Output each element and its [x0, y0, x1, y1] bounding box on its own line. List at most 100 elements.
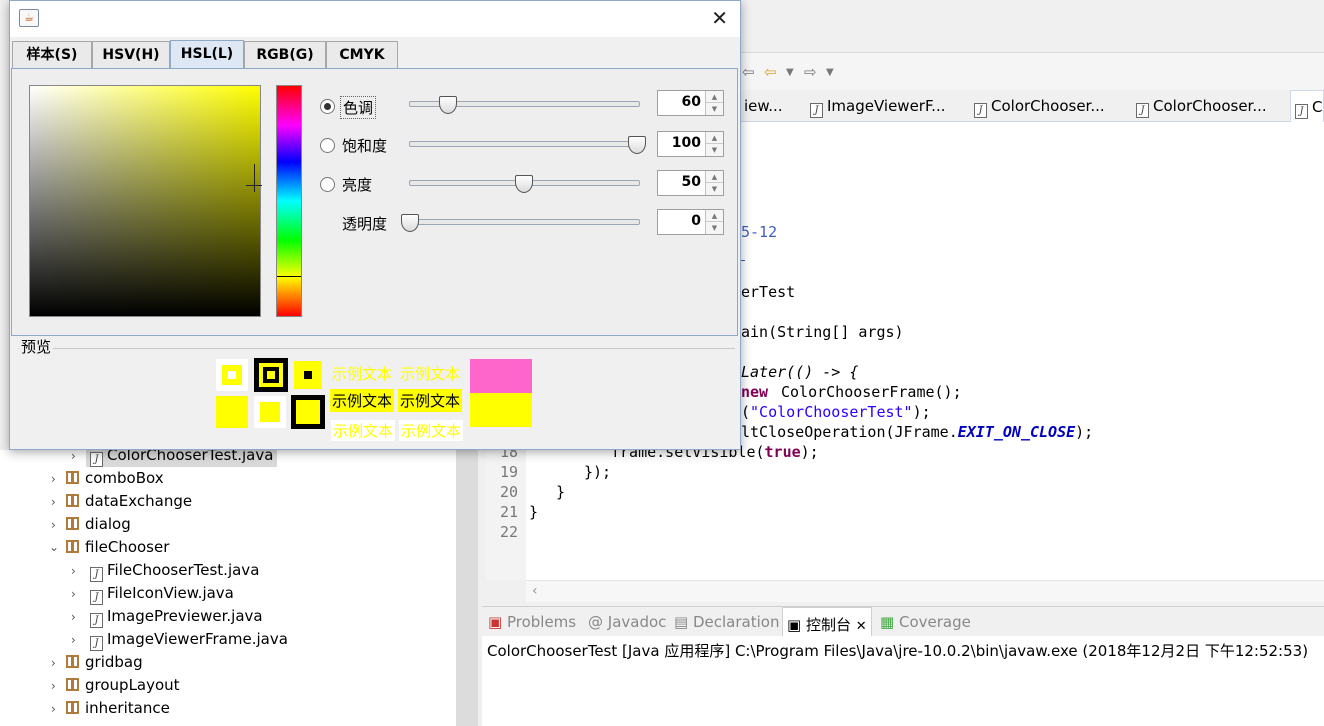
chevron-down-icon[interactable]: ⌄ — [49, 540, 59, 554]
tab-label: Declaration — [692, 613, 780, 631]
chevron-down-icon[interactable]: ▼ — [786, 67, 794, 78]
preview-swatch — [291, 395, 325, 429]
java-file-icon: J — [90, 452, 103, 467]
lightness-slider-thumb[interactable] — [514, 175, 533, 193]
saturation-slider-track[interactable] — [409, 141, 640, 147]
tab-problems[interactable]: ▣ Problems — [488, 613, 576, 631]
preview-color-selected — [470, 393, 532, 427]
spin-up-icon[interactable]: ▲ — [706, 171, 723, 183]
java-file-icon: J — [810, 103, 823, 118]
saturation-slider-thumb[interactable] — [628, 136, 646, 154]
tree-item-filechoosertest[interactable]: J FileChooserTest.java — [90, 561, 259, 582]
chevron-right-icon[interactable]: › — [51, 656, 56, 670]
previous-edit-icon[interactable]: ⇦ — [764, 63, 777, 81]
tree-item-dataexchange[interactable]: dataExchange — [66, 492, 192, 510]
package-icon — [66, 517, 79, 530]
preview-swatch — [216, 396, 248, 428]
code-comment-date: 5-12 — [741, 223, 778, 241]
tab-console[interactable]: ▣ 控制台 ✕ — [782, 607, 872, 637]
chevron-right-icon[interactable]: › — [51, 702, 56, 716]
package-icon — [66, 655, 79, 668]
editor-tab-label: ColorChooser... — [1153, 97, 1267, 115]
chevron-right-icon[interactable]: › — [51, 679, 56, 693]
tree-item-imagepreviewer[interactable]: J ImagePreviewer.java — [90, 607, 263, 628]
tab-label: RGB(G) — [256, 47, 314, 63]
view-divider[interactable] — [456, 450, 478, 726]
editor-tab-active[interactable]: JC — [1290, 90, 1324, 122]
package-icon — [66, 471, 79, 484]
lightness-spinner[interactable]: 50 ▲ ▼ — [657, 170, 724, 196]
alpha-slider-thumb[interactable] — [401, 214, 419, 232]
tab-rgb[interactable]: RGB(G) — [244, 41, 326, 69]
spin-down-icon[interactable]: ▼ — [706, 222, 723, 234]
alpha-slider-track[interactable] — [409, 219, 640, 225]
tree-item-gridbag[interactable]: gridbag — [66, 653, 143, 671]
radio-hue[interactable] — [320, 99, 335, 114]
chevron-right-icon[interactable]: › — [71, 564, 76, 578]
spin-up-icon[interactable]: ▲ — [706, 91, 723, 103]
chevron-right-icon[interactable]: › — [71, 633, 76, 647]
alpha-value: 0 — [691, 213, 701, 229]
code-new-keyword: new — [741, 383, 769, 401]
code-close-op-text: ltCloseOperation(JFrame. — [741, 423, 958, 441]
chevron-right-icon[interactable]: › — [71, 587, 76, 601]
editor-tab[interactable]: J ColorChooser... — [970, 90, 1118, 122]
tab-label: CMYK — [339, 47, 385, 63]
code-invoke-later: Later(() -> { — [741, 363, 859, 381]
hue-spinner[interactable]: 60 ▲ ▼ — [657, 90, 724, 116]
tree-item-label: dataExchange — [85, 492, 193, 510]
dialog-title-bar[interactable]: ☕ ✕ — [10, 1, 740, 37]
code-close-end: ); — [1075, 423, 1094, 441]
java-file-icon: J — [90, 567, 103, 582]
hue-strip[interactable] — [276, 85, 302, 317]
close-icon[interactable]: ✕ — [711, 6, 728, 30]
editor-tab[interactable]: J ImageViewerF... — [806, 90, 954, 122]
radio-saturation[interactable] — [320, 138, 335, 153]
tab-label: Javadoc — [607, 613, 667, 631]
tree-item-dialog[interactable]: dialog — [66, 515, 131, 533]
java-file-icon: J — [90, 590, 103, 605]
chevron-right-icon[interactable]: › — [71, 449, 76, 463]
spin-down-icon[interactable]: ▼ — [706, 144, 723, 156]
close-icon[interactable]: ✕ — [856, 619, 867, 634]
tab-hsl[interactable]: HSL(L) — [170, 40, 244, 70]
saturation-lightness-area[interactable] — [29, 85, 261, 317]
spin-down-icon[interactable]: ▼ — [706, 183, 723, 195]
tree-item-inheritance[interactable]: inheritance — [66, 699, 170, 717]
chevron-right-icon[interactable]: › — [51, 472, 56, 486]
chevron-right-icon[interactable]: › — [51, 495, 56, 509]
bottom-view-tabs: ▣ Problems @ Javadoc ▤ Declaration ▣ 控制台… — [482, 606, 1324, 637]
package-icon — [66, 540, 79, 553]
tab-hsv[interactable]: HSV(H) — [92, 41, 170, 69]
tab-coverage[interactable]: ▦ Coverage — [880, 613, 971, 631]
editor-horizontal-scrollbar[interactable]: ‹ — [526, 580, 1324, 602]
saturation-spinner[interactable]: 100 ▲ ▼ — [657, 131, 724, 157]
tree-item-combobox[interactable]: comboBox — [66, 469, 164, 487]
tab-javadoc[interactable]: @ Javadoc — [588, 613, 666, 631]
spin-up-icon[interactable]: ▲ — [706, 210, 723, 222]
tab-swatches[interactable]: 样本(S) — [12, 41, 92, 69]
tab-declaration[interactable]: ▤ Declaration — [674, 613, 779, 631]
tree-item-fileiconview[interactable]: J FileIconView.java — [90, 584, 234, 605]
tab-cmyk[interactable]: CMYK — [326, 41, 398, 69]
scroll-left-icon[interactable]: ‹ — [532, 583, 538, 599]
editor-tab[interactable]: iew... — [740, 90, 802, 122]
back-arrow-icon[interactable]: ⇦ — [742, 63, 755, 81]
alpha-spinner[interactable]: 0 ▲ ▼ — [657, 209, 724, 235]
lightness-value: 50 — [681, 174, 701, 190]
code-constant: EXIT_ON_CLOSE — [957, 423, 1076, 441]
tree-item-grouplayout[interactable]: groupLayout — [66, 676, 180, 694]
chevron-right-icon[interactable]: › — [71, 610, 76, 624]
hue-slider-thumb[interactable] — [438, 96, 457, 114]
tree-item-filechooser[interactable]: fileChooser — [66, 538, 169, 556]
forward-arrow-icon[interactable]: ⇨ — [804, 63, 817, 81]
spin-down-icon[interactable]: ▼ — [706, 103, 723, 115]
tree-item-imageviewerframe[interactable]: J ImageViewerFrame.java — [90, 630, 288, 651]
sample-text-yellow: 示例文本 — [400, 365, 461, 383]
chevron-down-icon[interactable]: ▼ — [826, 67, 834, 78]
editor-tab[interactable]: J ColorChooser... — [1132, 90, 1280, 122]
spin-up-icon[interactable]: ▲ — [706, 132, 723, 144]
radio-lightness[interactable] — [320, 177, 335, 192]
chevron-right-icon[interactable]: › — [51, 518, 56, 532]
hue-label: 色调 — [340, 96, 377, 119]
